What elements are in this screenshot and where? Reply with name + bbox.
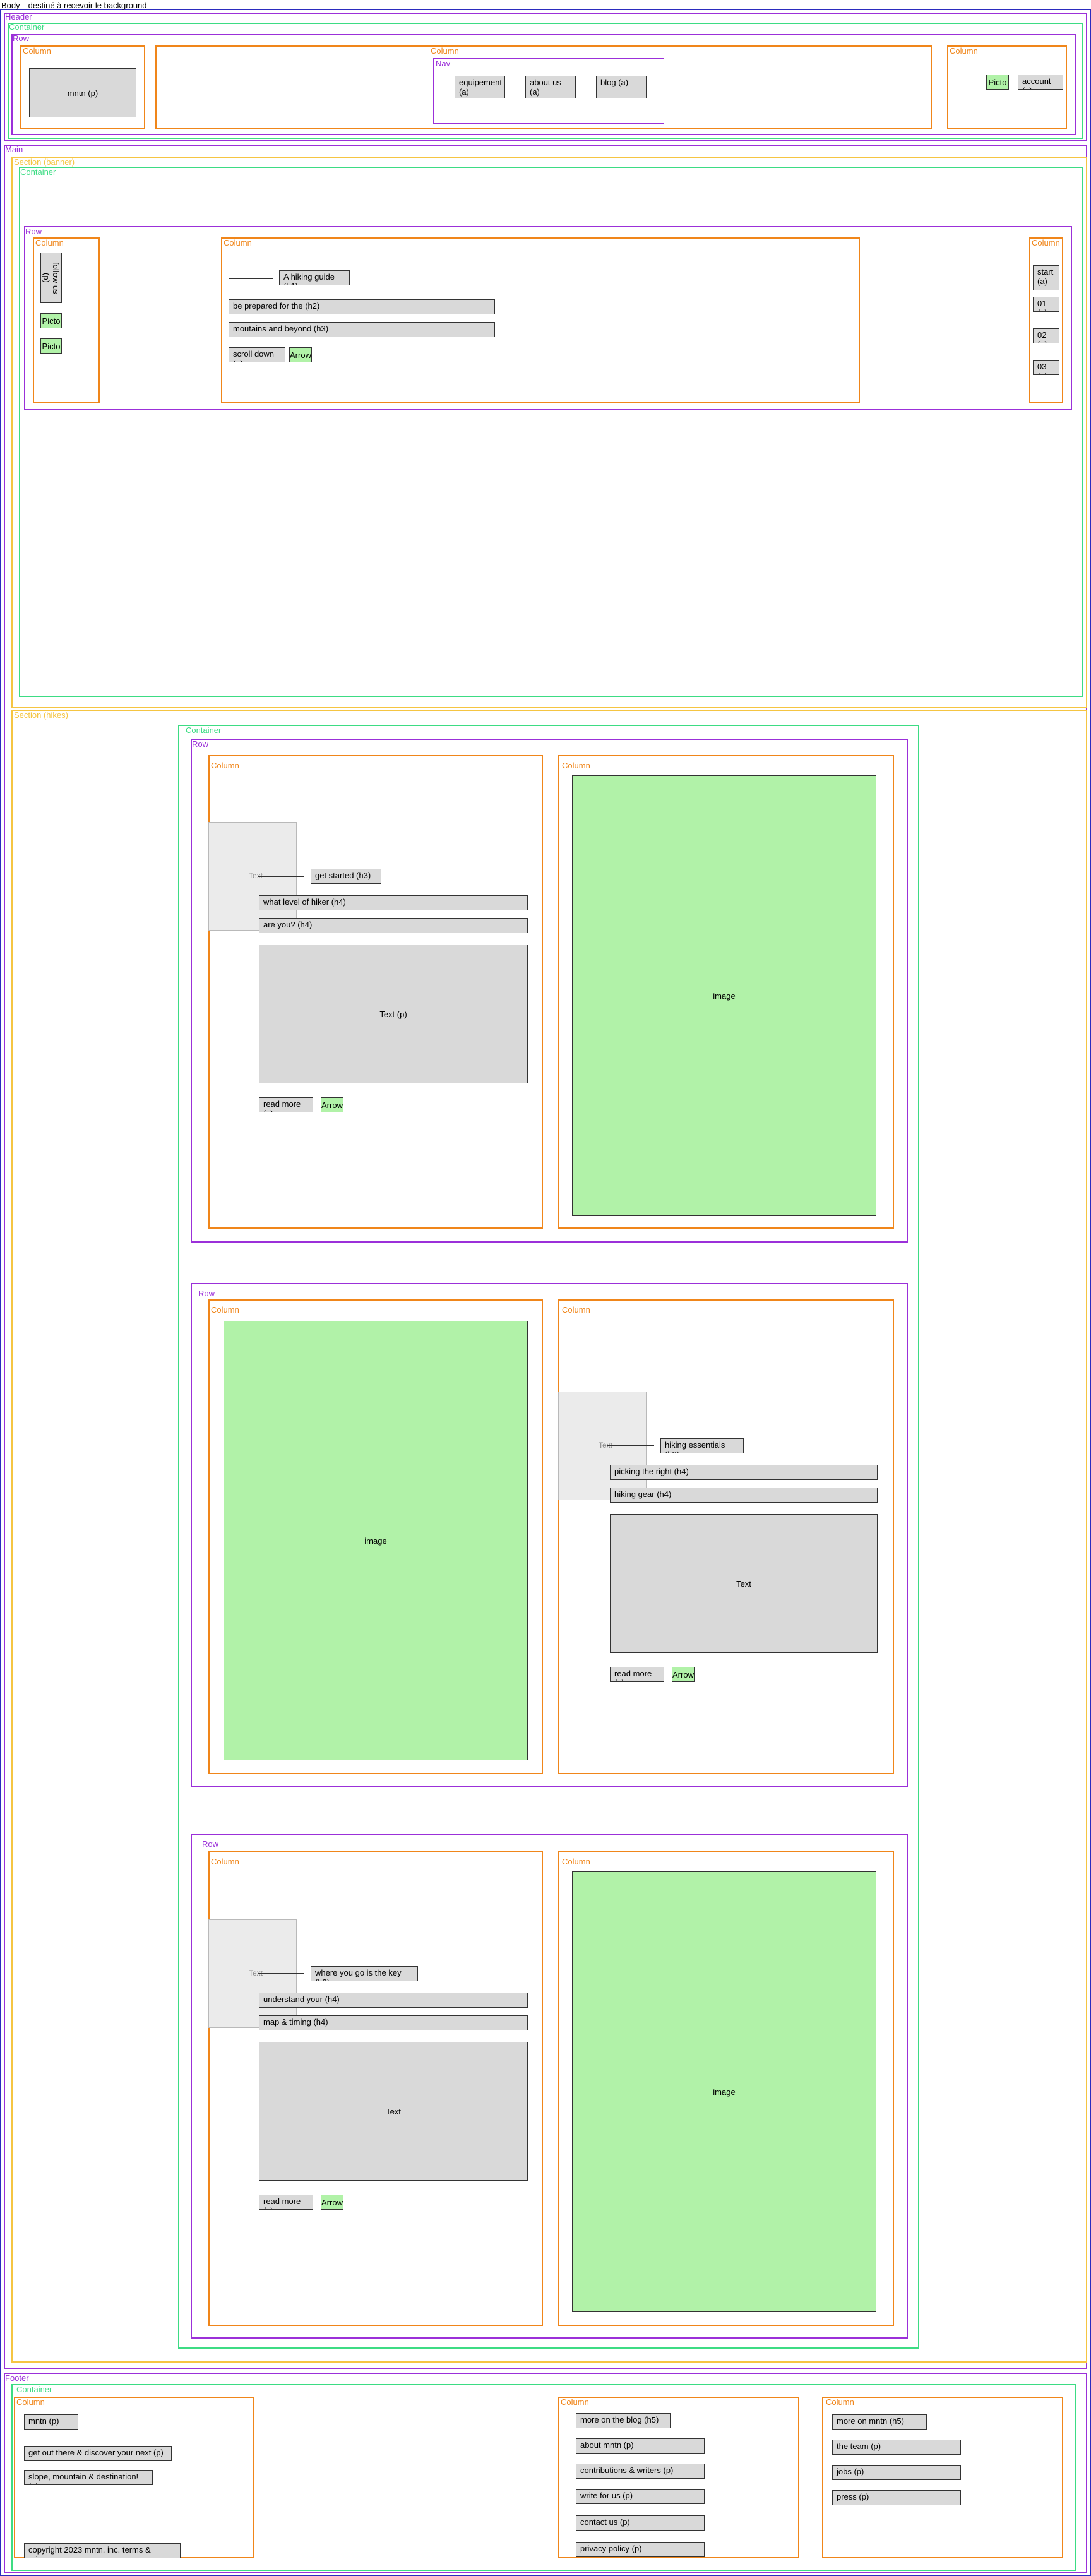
hike-subheading: what level of hiker (h4)	[259, 895, 528, 910]
footer-logo[interactable]: mntn (p)	[24, 2414, 78, 2430]
footer-link-press[interactable]: press (p)	[832, 2490, 961, 2505]
hike-text: Text (p)	[259, 945, 528, 1083]
hike-divider	[607, 1445, 654, 1446]
section-banner-label: Section (banner)	[14, 157, 75, 167]
column-label: Column	[224, 238, 252, 247]
footer-link-about-mntn[interactable]: about mntn (p)	[576, 2438, 705, 2454]
column-label: Column	[950, 46, 978, 56]
hike-row-label: Row	[202, 1839, 219, 1849]
read-more-arrow-icon[interactable]: Arrow	[321, 2195, 343, 2210]
hike-image: image	[572, 1871, 876, 2312]
column-label: Column	[23, 46, 51, 56]
read-more-link[interactable]: read more (p)	[259, 2195, 313, 2210]
hike-image: image	[572, 775, 876, 1216]
column-label: Column	[1032, 238, 1060, 247]
hike-subheading: understand your (h4)	[259, 1993, 528, 2008]
hero-title: be prepared for the (h2)	[229, 299, 495, 314]
nav-link-about-us[interactable]: about us (a)	[525, 76, 576, 98]
nav-label: Nav	[436, 59, 451, 68]
hike-subheading: picking the right (h4)	[610, 1465, 878, 1480]
hike-divider	[258, 876, 304, 877]
column-label: Column	[211, 1305, 239, 1315]
column-label: Column	[16, 2397, 45, 2407]
header-container-label: Container	[9, 22, 45, 32]
hike-heading: get started (h3)	[311, 869, 381, 884]
account-picto-icon[interactable]: Picto	[986, 75, 1009, 90]
read-more-arrow-icon[interactable]: Arrow	[321, 1097, 343, 1112]
column-label: Column	[211, 761, 239, 770]
footer-label: Footer	[5, 2373, 29, 2383]
column-label: Column	[562, 761, 590, 770]
section-hikes-label: Section (hikes)	[14, 710, 68, 720]
hike-heading: where you go is the key (h3)	[311, 1966, 418, 1981]
header-label: Header	[5, 12, 32, 21]
hike-image: image	[224, 1321, 528, 1760]
banner-container-label: Container	[20, 167, 56, 177]
column-label: Column	[561, 2397, 589, 2407]
logo[interactable]: mntn (p)	[29, 68, 136, 117]
footer-link-contributions[interactable]: contributions & writers (p)	[576, 2464, 705, 2479]
hike-text: Text	[259, 2042, 528, 2181]
footer-tagline-2: slope, mountain & destination! (p)	[24, 2470, 153, 2485]
hike-row-label: Row	[192, 739, 209, 749]
step-03-link[interactable]: 03 (a)	[1033, 360, 1059, 375]
hero-title-2: moutains and beyond (h3)	[229, 322, 495, 337]
column-label: Column	[211, 1857, 239, 1866]
hike-row-label: Row	[198, 1289, 215, 1298]
account-link[interactable]: account (a)	[1018, 75, 1063, 90]
follow-us-text: follow us (p)	[40, 253, 62, 303]
body-label: Body—destiné à recevoir le background	[1, 1, 147, 10]
hike-heading: hiking essentials (h3)	[660, 1438, 744, 1453]
nav-link-equipement[interactable]: equipement (a)	[455, 76, 505, 98]
hero-divider	[229, 278, 273, 279]
main-label: Main	[5, 145, 23, 154]
read-more-link[interactable]: read more (p)	[610, 1667, 664, 1682]
column-label: Column	[562, 1305, 590, 1315]
step-02-link[interactable]: 02 (a)	[1033, 328, 1059, 343]
step-start-link[interactable]: start (a)	[1033, 265, 1059, 290]
social-picto-icon[interactable]: Picto	[40, 313, 62, 328]
footer-link-privacy-policy[interactable]: privacy policy (p)	[576, 2542, 705, 2557]
hike-subheading-2: hiking gear (h4)	[610, 1488, 878, 1503]
footer-link-jobs[interactable]: jobs (p)	[832, 2465, 961, 2480]
footer-link-the-team[interactable]: the team (p)	[832, 2440, 961, 2455]
read-more-arrow-icon[interactable]: Arrow	[672, 1667, 695, 1682]
hike-text: Text	[610, 1514, 878, 1653]
hike-divider	[258, 1973, 304, 1974]
banner-column-steps	[1029, 237, 1063, 403]
banner-column-hero	[221, 237, 860, 403]
scroll-down-link[interactable]: scroll down (p)	[229, 347, 285, 362]
nav-link-blog[interactable]: blog (a)	[596, 76, 647, 98]
column-label: Column	[431, 46, 459, 56]
hero-subtitle: A hiking guide (h1)	[279, 270, 350, 285]
social-picto-icon[interactable]: Picto	[40, 338, 62, 354]
footer-copyright: copyright 2023 mntn, inc. terms & privac…	[24, 2543, 181, 2558]
footer-link-contact-us[interactable]: contact us (p)	[576, 2515, 705, 2531]
scroll-arrow-icon[interactable]: Arrow	[289, 347, 312, 362]
banner-row-label: Row	[25, 227, 42, 236]
column-label: Column	[35, 238, 64, 247]
footer-link-write-for-us[interactable]: write for us (p)	[576, 2489, 705, 2504]
read-more-link[interactable]: read more (p)	[259, 1097, 313, 1112]
footer-blog-heading: more on the blog (h5)	[576, 2413, 671, 2428]
column-label: Column	[826, 2397, 854, 2407]
step-01-link[interactable]: 01 (a)	[1033, 297, 1059, 312]
hike-subheading-2: map & timing (h4)	[259, 2015, 528, 2030]
hikes-container-label: Container	[186, 725, 222, 735]
footer-mntn-heading: more on mntn (h5)	[832, 2414, 927, 2430]
header-row-label: Row	[13, 33, 30, 43]
column-label: Column	[562, 1857, 590, 1866]
footer-container-label: Container	[16, 2385, 52, 2394]
hike-subheading-2: are you? (h4)	[259, 918, 528, 933]
footer-tagline: get out there & discover your next (p)	[24, 2446, 172, 2461]
